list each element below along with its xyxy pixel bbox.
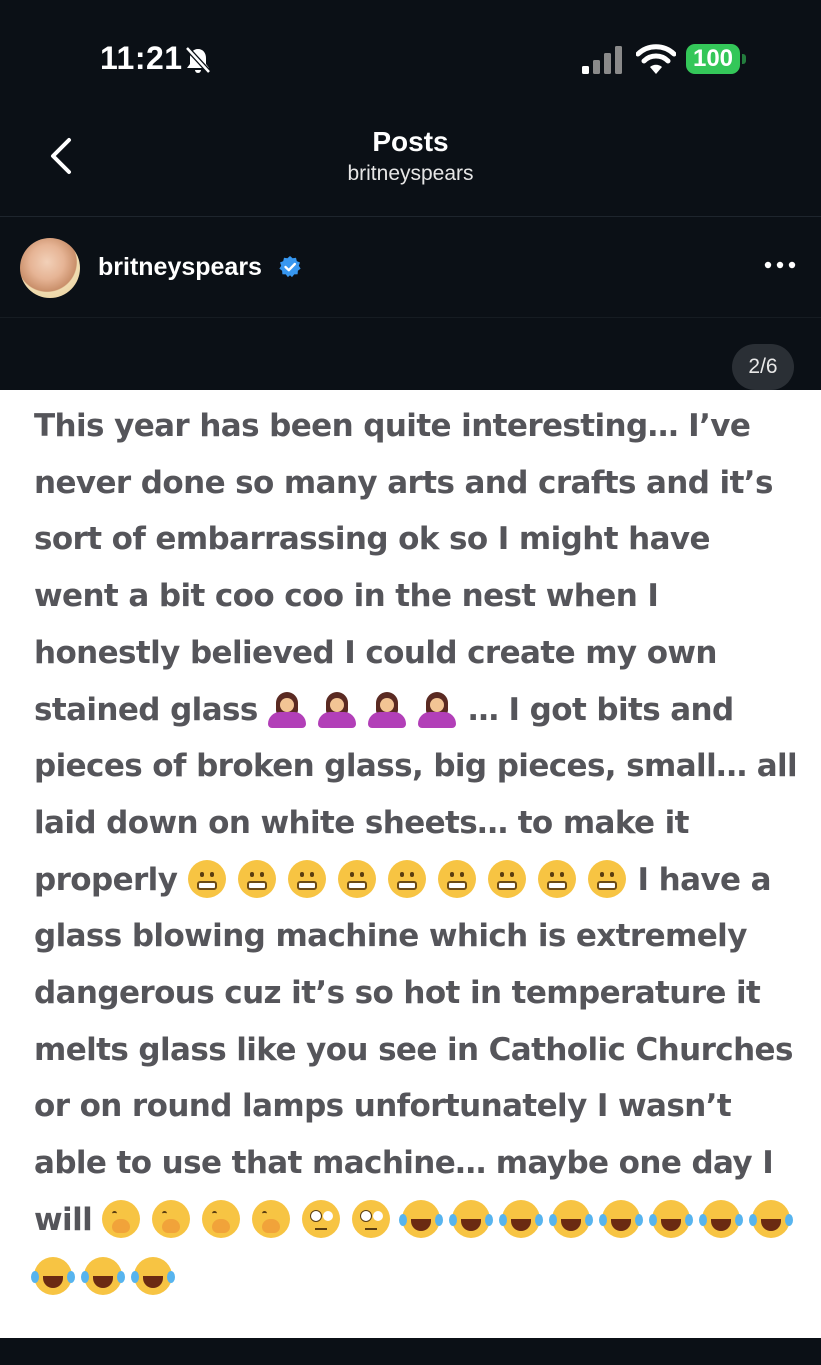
page-subtitle: britneyspears <box>347 162 474 185</box>
person-shrugging-emoji-icon <box>417 690 456 728</box>
tears-of-joy-emoji-icon <box>599 1199 641 1238</box>
post-text-segment-1: This year has been quite interesting… I’… <box>34 408 773 728</box>
more-horizontal-icon[interactable] <box>762 257 798 273</box>
tears-of-joy-emoji-icon <box>449 1199 491 1238</box>
top-nav: Posts britneyspears <box>0 110 821 216</box>
post-image[interactable]: This year has been quite interesting… I’… <box>0 390 821 1338</box>
grimacing-face-emoji-icon <box>187 859 226 898</box>
post-image-text: This year has been quite interesting… I’… <box>31 398 804 1305</box>
battery-icon: 100 <box>686 44 748 76</box>
person-shrugging-emoji-icon <box>267 690 306 728</box>
grimacing-face-emoji-icon <box>337 859 376 898</box>
grimacing-face-emoji-icon <box>237 859 276 898</box>
divider <box>0 317 821 318</box>
verified-badge-icon <box>279 256 301 278</box>
tears-of-joy-emoji-icon <box>499 1199 541 1238</box>
post-text-segment-3: I have a glass blowing machine which is … <box>34 861 793 1238</box>
tears-of-joy-emoji-icon <box>131 1256 172 1295</box>
hand-over-mouth-emoji-icon <box>102 1199 141 1238</box>
grimacing-face-emoji-icon <box>287 859 326 898</box>
grimacing-face-emoji-icon <box>387 859 426 898</box>
status-time: 11:21 <box>100 40 183 76</box>
grimacing-face-emoji-icon <box>537 859 576 898</box>
tears-of-joy-emoji-icon <box>649 1199 691 1238</box>
bottom-bar <box>0 1338 821 1365</box>
hand-over-mouth-emoji-icon <box>252 1199 291 1238</box>
bell-slash-icon <box>185 46 211 74</box>
tears-of-joy-emoji-icon <box>699 1199 741 1238</box>
grimacing-face-emoji-icon <box>487 859 526 898</box>
person-shrugging-emoji-icon <box>317 690 356 728</box>
wifi-icon <box>636 44 676 74</box>
tears-of-joy-emoji-icon <box>549 1199 591 1238</box>
tears-of-joy-emoji-icon <box>749 1199 791 1238</box>
hand-over-mouth-emoji-icon <box>202 1199 241 1238</box>
post-header: britneyspears <box>0 217 821 317</box>
username[interactable]: britneyspears <box>98 253 262 282</box>
carousel-page-counter: 2/6 <box>732 344 794 390</box>
tears-of-joy-emoji-icon <box>399 1199 441 1238</box>
avatar[interactable] <box>20 238 80 298</box>
tears-of-joy-emoji-icon <box>81 1256 122 1295</box>
hand-over-mouth-emoji-icon <box>152 1199 191 1238</box>
page-title: Posts <box>372 126 449 157</box>
face-rolling-eyes-emoji-icon <box>352 1199 391 1238</box>
person-shrugging-emoji-icon <box>367 690 406 728</box>
battery-level: 100 <box>692 45 734 72</box>
tears-of-joy-emoji-icon <box>31 1256 72 1295</box>
grimacing-face-emoji-icon <box>587 859 626 898</box>
face-rolling-eyes-emoji-icon <box>302 1199 341 1238</box>
status-bar: 11:21 100 <box>0 0 821 110</box>
grimacing-face-emoji-icon <box>437 859 476 898</box>
cellular-signal-icon <box>582 46 622 74</box>
